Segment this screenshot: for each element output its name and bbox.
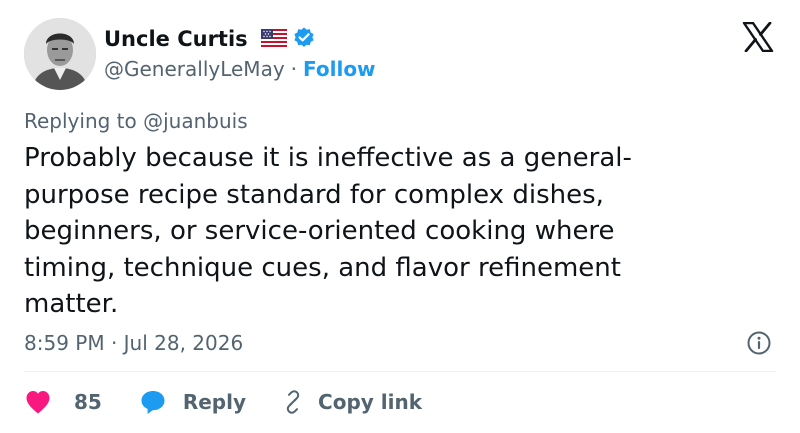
tweet-text-line: beginners, or service-oriented cooking w… — [24, 216, 615, 246]
like-count: 85 — [74, 390, 102, 414]
follow-button[interactable]: Follow — [303, 57, 376, 81]
replying-prefix: Replying to — [24, 109, 137, 133]
timestamp[interactable]: 8:59 PM · Jul 28, 2026 — [24, 329, 243, 357]
tweet-text-line: Probably because it is ineffective as a … — [24, 143, 632, 173]
tweet-card: Uncle Curtis @GenerallyLeMay · Follow Repl… — [0, 0, 800, 433]
tweet-text-line: purpose recipe standard for complex dish… — [24, 179, 604, 210]
replying-to: Replying to @juanbuis — [24, 107, 248, 135]
reply-bubble-icon — [141, 391, 165, 414]
handle-line: @GenerallyLeMay · Follow — [104, 54, 376, 84]
divider — [24, 371, 776, 372]
tweet-text-line: timing, technique cues, and flavor refin… — [24, 252, 621, 283]
handle[interactable]: @GenerallyLeMay — [104, 57, 285, 81]
reply-button[interactable]: Reply — [139, 388, 246, 416]
display-name[interactable]: Uncle Curtis — [104, 24, 248, 54]
verified-badge-icon[interactable] — [292, 26, 316, 50]
us-flag-icon — [261, 29, 287, 47]
separator: · — [290, 57, 298, 81]
heart-icon — [26, 391, 50, 414]
copy-link-label: Copy link — [318, 390, 423, 414]
reply-label: Reply — [182, 390, 247, 414]
avatar[interactable] — [24, 18, 96, 90]
copy-link-button[interactable]: Copy link — [280, 389, 422, 415]
tweet-text-line: matter. — [24, 289, 119, 319]
reply-mention[interactable]: @juanbuis — [143, 109, 248, 133]
like-button[interactable]: 85 — [24, 389, 102, 415]
link-icon — [286, 390, 300, 414]
info-icon[interactable] — [746, 330, 772, 356]
x-logo-icon[interactable] — [742, 22, 774, 52]
action-bar: 85 Reply Copy link — [24, 384, 422, 420]
tweet-text: Probably because it is ineffective as a … — [24, 140, 724, 323]
